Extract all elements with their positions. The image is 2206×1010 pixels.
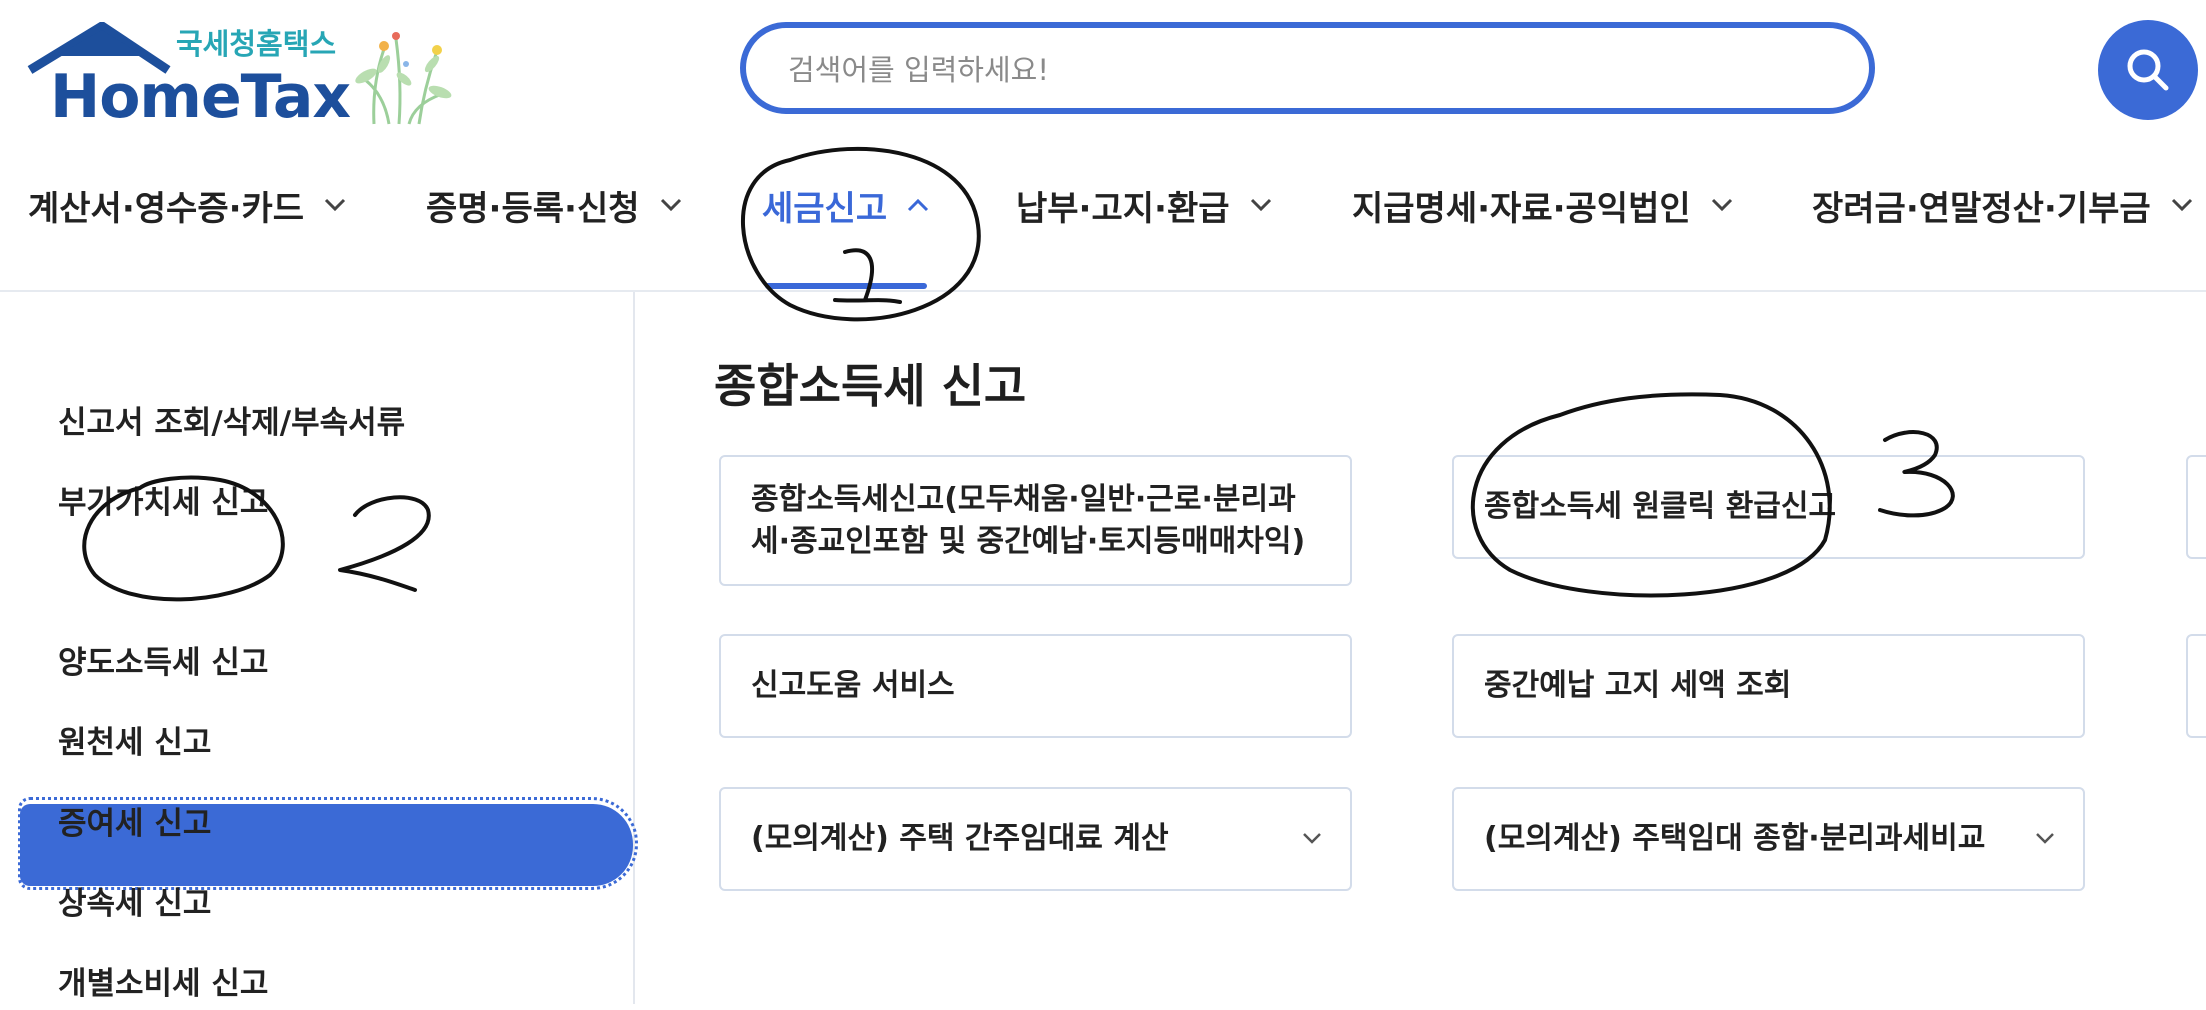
logo-korean-name: 국세청홈택스 [176,27,337,61]
sidebar-item-label: 상속세 신고 [58,885,212,922]
card-label: (모의계산) 주택 간주임대료 계산 [751,821,1169,856]
sidebar-item-vat-filing[interactable]: 부가가치세 신고 [58,469,268,529]
sidebar-item-label: 부가가치세 신고 [58,484,269,521]
card-filing-help-service[interactable]: 신고도움 서비스 [719,634,1352,738]
sidebar-item-withholding-filing[interactable]: 원천세 신고 [58,709,211,769]
sidebar-item-label: 증여세 신고 [58,805,212,842]
sidebar-item-filing-inquiry[interactable]: 신고서 조회/삭제/부속서류 [58,389,405,449]
nav-item-label: 계산서·영수증·카드 [28,188,305,229]
chevron-down-icon [2036,833,2054,844]
main-navigation: 계산서·영수증·카드 증명·등록·신청 세금신고 납부·고지·환급 지급명세·자… [0,175,2206,245]
search-input[interactable] [786,46,1690,94]
annotation-number-1 [833,248,902,304]
logo-brand-name: HomeTax [50,62,351,132]
sidebar-item-income-tax-filing[interactable]: 종합소득세 신고 [58,550,268,610]
card-deemed-rent-calculator[interactable]: (모의계산) 주택 간주임대료 계산 [719,787,1352,891]
sidebar-item-label: 신고서 조회/삭제/부속서류 [58,404,406,441]
hometax-logo[interactable]: 국세청홈택스 HomeTax [26,22,456,132]
nav-item-tax-filing[interactable]: 세금신고 [762,175,929,235]
sidebar-item-label: 개별소비세 신고 [58,965,269,1002]
chevron-down-icon [1303,833,1321,844]
chevron-down-icon [2171,198,2192,212]
chevron-down-icon [660,198,681,212]
nav-item-receipts-cards[interactable]: 계산서·영수증·카드 [28,175,346,235]
sidebar-item-inheritance-tax-filing[interactable]: 상속세 신고 [58,870,211,930]
sidebar-item-label: 양도소득세 신고 [58,644,269,681]
card-interim-tax-inquiry[interactable]: 중간예납 고지 세액 조회 [1452,634,2085,738]
nav-item-payment-refund[interactable]: 납부·고지·환급 [1016,175,1272,235]
sidebar-item-capital-gains-filing[interactable]: 양도소득세 신고 [58,629,268,689]
search-button[interactable] [2098,20,2198,120]
nav-item-incentives-year-end[interactable]: 장려금·연말정산·기부금 [1812,175,2193,235]
nav-item-label: 세금신고 [762,188,888,229]
card-label: 종합소득세 원클릭 환급신고 [1484,489,1837,524]
search-bar [740,22,1875,114]
nav-item-certificates[interactable]: 증명·등록·신청 [426,175,682,235]
sidebar-item-excise-tax-filing[interactable]: 개별소비세 신고 [58,950,268,1010]
card-income-tax-filing[interactable]: 종합소득세신고(모두채움·일반·근로·분리과세·종교인포함 및 중간예납·토지등… [719,455,1352,586]
nav-item-payment-statements[interactable]: 지급명세·자료·공익법인 [1352,175,1733,235]
sidebar-item-gift-tax-filing[interactable]: 증여세 신고 [58,790,211,850]
card-partial-offscreen[interactable] [2186,455,2206,559]
card-one-click-refund[interactable]: 종합소득세 원클릭 환급신고 [1452,455,2085,559]
chevron-down-icon [1711,198,1732,212]
active-tab-indicator [765,283,927,289]
nav-item-label: 장려금·연말정산·기부금 [1812,188,2151,229]
sidebar-item-label: 종합소득세 신고 [58,565,269,602]
sidebar-item-label: 원천세 신고 [58,724,212,761]
card-label: 종합소득세신고(모두채움·일반·근로·분리과세·종교인포함 및 중간예납·토지등… [751,481,1306,559]
chevron-up-icon [908,198,929,212]
card-partial-offscreen[interactable] [2186,634,2206,738]
card-label: 신고도움 서비스 [751,668,955,703]
plant-illustration-icon [355,32,452,125]
search-icon [2127,49,2169,91]
nav-item-label: 지급명세·자료·공익법인 [1352,188,1691,229]
sidebar: 신고서 조회/삭제/부속서류 부가가치세 신고 종합소득세 신고 양도소득세 신… [0,292,638,1004]
chevron-down-icon [1250,198,1271,212]
card-label: (모의계산) 주택임대 종합·분리과세비교 [1484,821,1986,856]
chevron-down-icon [325,198,346,212]
nav-item-label: 납부·고지·환급 [1016,188,1230,229]
nav-item-label: 증명·등록·신청 [426,188,640,229]
card-label: 중간예납 고지 세액 조회 [1484,668,1792,703]
card-rental-taxation-comparison[interactable]: (모의계산) 주택임대 종합·분리과세비교 [1452,787,2085,891]
section-title: 종합소득세 신고 [714,359,1027,413]
